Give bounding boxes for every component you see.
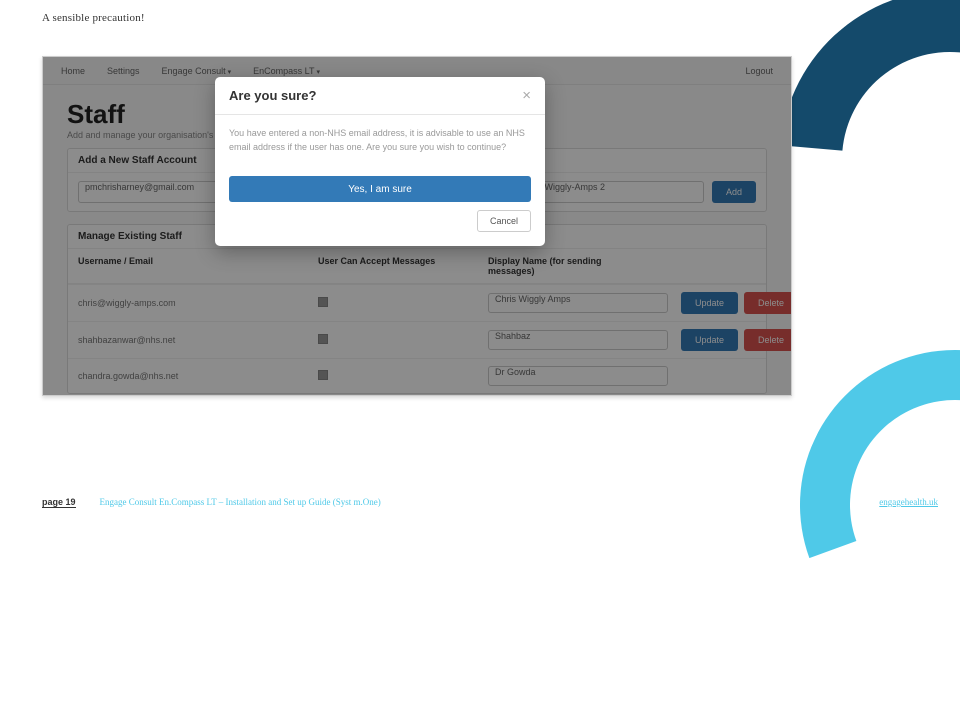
doc-title: Engage Consult En.Compass LT – Installat…	[100, 497, 381, 507]
embedded-screenshot: Home Settings Engage Consult▾ EnCompass …	[42, 56, 792, 396]
modal-body: You have entered a non-NHS email address…	[215, 115, 545, 166]
site-link[interactable]: engagehealth.uk	[879, 497, 938, 507]
modal-title: Are you sure?	[229, 88, 316, 103]
slide-title: A sensible precaution!	[42, 12, 145, 24]
confirm-modal: Are you sure? × You have entered a non-N…	[215, 77, 545, 246]
page-number: page 19	[42, 497, 76, 507]
yes-button[interactable]: Yes, I am sure	[229, 176, 531, 202]
cancel-button[interactable]: Cancel	[477, 210, 531, 232]
slide-footer: page 19 Engage Consult En.Compass LT – I…	[42, 497, 381, 507]
close-icon[interactable]: ×	[522, 87, 531, 104]
